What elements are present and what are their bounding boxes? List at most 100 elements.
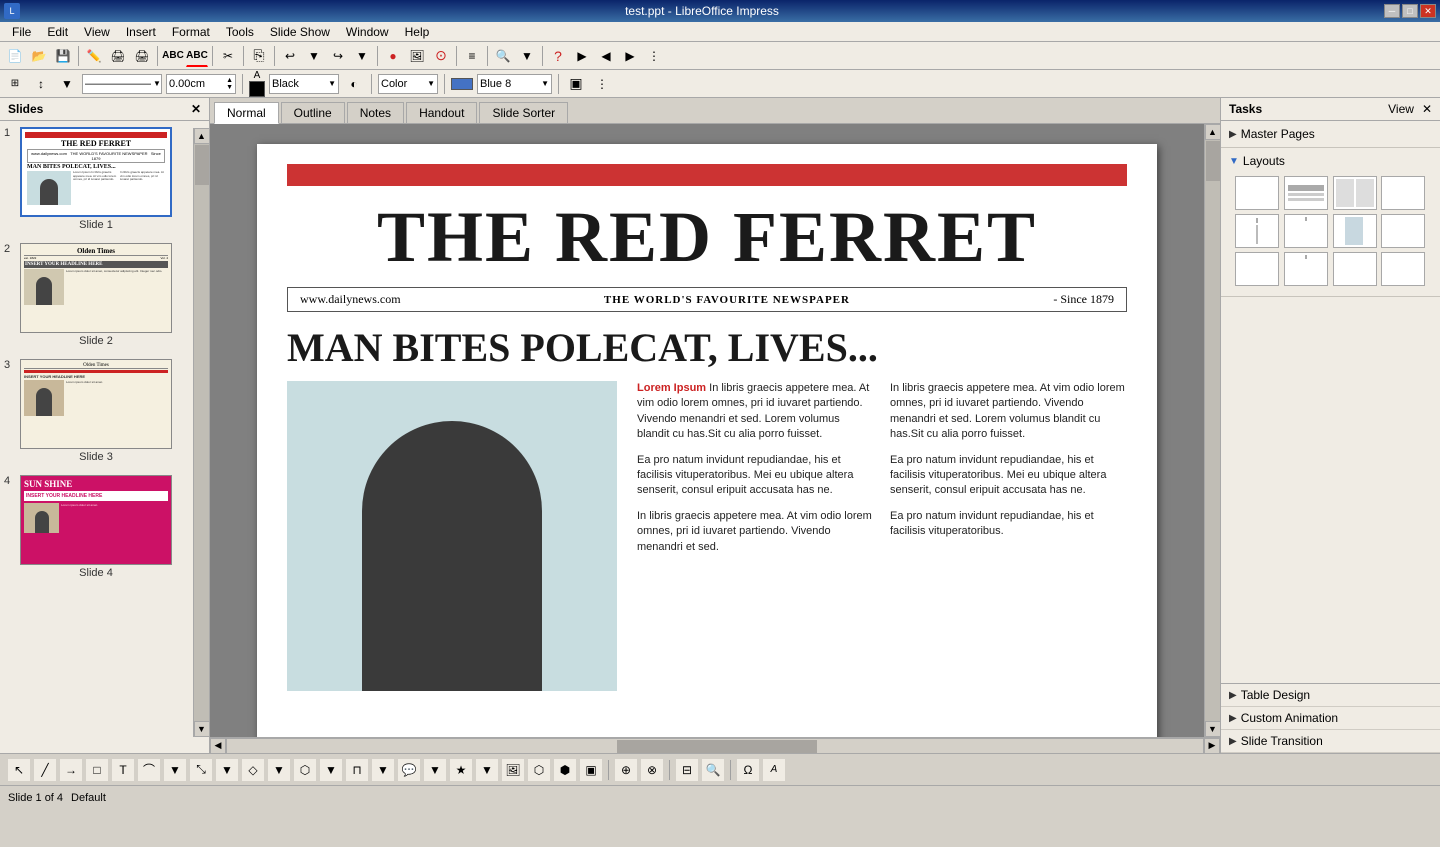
line-tool[interactable]: ╱ — [34, 759, 56, 781]
copy-button[interactable]: ⎘ — [248, 45, 270, 67]
slide-item-2[interactable]: 2 Olden Times est. 1822Vol. 4 INSERT YOU… — [0, 237, 193, 353]
insert-special-btn[interactable]: Ω — [737, 759, 759, 781]
tab-handout[interactable]: Handout — [406, 102, 477, 123]
save-button[interactable]: 💾 — [52, 45, 74, 67]
connectors-btn[interactable]: ⤡ — [190, 759, 212, 781]
help-button[interactable]: ? — [547, 45, 569, 67]
slide-transition-item[interactable]: ▶ Slide Transition — [1221, 730, 1440, 753]
rect-tool[interactable]: □ — [86, 759, 108, 781]
master-pages-header[interactable]: ▶ Master Pages — [1229, 125, 1432, 143]
snap-grid-button[interactable]: ⊞ — [4, 73, 26, 95]
menu-format[interactable]: Format — [164, 23, 218, 41]
menu-window[interactable]: Window — [338, 23, 397, 41]
canvas-scroll-down[interactable]: ▼ — [1205, 721, 1221, 737]
shapes-dropdown[interactable]: ▼ — [164, 759, 186, 781]
slide-thumb-1[interactable]: THE RED FERRET www.dailynews.com THE WOR… — [20, 127, 172, 217]
find-btn[interactable]: 🔍 — [702, 759, 724, 781]
presentation-button[interactable]: ▶ — [571, 45, 593, 67]
layouts-header[interactable]: ▼ Layouts — [1229, 152, 1432, 170]
menu-help[interactable]: Help — [397, 23, 438, 41]
new-button[interactable]: 📄 — [4, 45, 26, 67]
slide-item-4[interactable]: 4 SUN SHINE INSERT YOUR HEADLINE HERE Lo… — [0, 469, 193, 585]
connectors-dropdown[interactable]: ▼ — [216, 759, 238, 781]
print-button[interactable]: 🖨 — [131, 45, 153, 67]
spellcheck2-button[interactable]: ABC — [186, 45, 208, 67]
select-tool[interactable]: ↖ — [8, 759, 30, 781]
basic-shapes-btn[interactable]: ◇ — [242, 759, 264, 781]
callouts-dropdown[interactable]: ▼ — [424, 759, 446, 781]
arrows-btn[interactable]: ⬡ — [294, 759, 316, 781]
callouts-btn[interactable]: 💬 — [398, 759, 420, 781]
fill-color-btn[interactable] — [451, 78, 473, 90]
export-pdf-button[interactable]: 🖨 — [107, 45, 129, 67]
size-down-btn[interactable]: ▼ — [226, 84, 233, 91]
menu-insert[interactable]: Insert — [118, 23, 164, 41]
tab-outline[interactable]: Outline — [281, 102, 345, 123]
hscroll-thumb[interactable] — [617, 740, 817, 754]
layout-blank[interactable] — [1235, 176, 1279, 210]
cut-button[interactable]: ✂ — [217, 45, 239, 67]
minimize-button[interactable]: ─ — [1384, 4, 1400, 18]
layout-title-content[interactable] — [1284, 176, 1328, 210]
tab-order-btn[interactable]: ⊟ — [676, 759, 698, 781]
more-btn[interactable]: ⋮ — [643, 45, 665, 67]
3d-btn[interactable]: ⬡ — [528, 759, 550, 781]
view-label[interactable]: View — [1388, 102, 1414, 116]
shadow-form-btn[interactable]: ▣ — [580, 759, 602, 781]
arrow-dropdown[interactable]: ▼ — [56, 73, 78, 95]
custom-animation-item[interactable]: ▶ Custom Animation — [1221, 707, 1440, 730]
undo-dropdown[interactable]: ▼ — [303, 45, 325, 67]
arrows-dropdown[interactable]: ▼ — [320, 759, 342, 781]
menu-edit[interactable]: Edit — [39, 23, 76, 41]
hscroll-right[interactable]: ▶ — [1204, 738, 1220, 754]
stars-btn[interactable]: ★ — [450, 759, 472, 781]
layout-text-content[interactable] — [1284, 214, 1328, 248]
menu-view[interactable]: View — [76, 23, 118, 41]
snap-pts-btn[interactable]: ⊕ — [615, 759, 637, 781]
tasks-close[interactable]: ✕ — [1422, 102, 1432, 116]
layout-image-text[interactable] — [1333, 214, 1377, 248]
flowchart-dropdown[interactable]: ▼ — [372, 759, 394, 781]
table-design-item[interactable]: ▶ Table Design — [1221, 684, 1440, 707]
image-btn[interactable]: 🖼 — [502, 759, 524, 781]
zoom-button[interactable]: 🔍 — [492, 45, 514, 67]
canvas-scroll-up[interactable]: ▲ — [1205, 124, 1221, 140]
slide-thumb-2[interactable]: Olden Times est. 1822Vol. 4 INSERT YOUR … — [20, 243, 172, 333]
fontwork-btn[interactable]: A — [763, 759, 785, 781]
text-tool[interactable]: T — [112, 759, 134, 781]
color-label-dropdown[interactable]: Black ▼ — [269, 74, 339, 94]
maximize-button[interactable]: □ — [1402, 4, 1418, 18]
line-style-dropdown[interactable]: —————— ▼ — [82, 74, 162, 94]
line-color-btn[interactable]: A — [249, 70, 265, 97]
slide-item-3[interactable]: 3 Olden Times INSERT YOUR HEADLINE HERE … — [0, 353, 193, 469]
open-button[interactable]: 📂 — [28, 45, 50, 67]
stars-dropdown[interactable]: ▼ — [476, 759, 498, 781]
size-input[interactable]: 0.00cm ▲ ▼ — [166, 74, 236, 94]
redo-button[interactable]: ↪ — [327, 45, 349, 67]
basic-shapes-dropdown[interactable]: ▼ — [268, 759, 290, 781]
tab-slide-sorter[interactable]: Slide Sorter — [479, 102, 568, 123]
tab-notes[interactable]: Notes — [347, 102, 404, 123]
close-slides-btn[interactable]: ✕ — [191, 102, 201, 116]
arrow-tool[interactable]: → — [60, 759, 82, 781]
menu-file[interactable]: File — [4, 23, 39, 41]
slides-scroll-down[interactable]: ▼ — [194, 721, 210, 737]
layout-centered-text[interactable] — [1381, 214, 1425, 248]
slide-thumb-4[interactable]: SUN SHINE INSERT YOUR HEADLINE HERE Lore… — [20, 475, 172, 565]
redo-dropdown[interactable]: ▼ — [351, 45, 373, 67]
canvas-scroll-thumb[interactable] — [1206, 141, 1220, 181]
close-button[interactable]: ✕ — [1420, 4, 1436, 18]
size-up-btn[interactable]: ▲ — [226, 77, 233, 84]
undo-button[interactable]: ↩ — [279, 45, 301, 67]
transparency-btn[interactable]: ◐ — [343, 73, 365, 95]
extrusion-btn[interactable]: ⬢ — [554, 759, 576, 781]
layout-4tile[interactable] — [1235, 252, 1279, 286]
styles-button[interactable]: ≡ — [461, 45, 483, 67]
slide-canvas-area[interactable]: THE RED FERRET www.dailynews.com THE WOR… — [210, 124, 1204, 737]
menu-tools[interactable]: Tools — [218, 23, 262, 41]
flowchart-btn[interactable]: ⊓ — [346, 759, 368, 781]
slide-thumb-3[interactable]: Olden Times INSERT YOUR HEADLINE HERE Lo… — [20, 359, 172, 449]
slides-scroll-up[interactable]: ▲ — [194, 128, 210, 144]
layout-vertical2[interactable] — [1381, 252, 1425, 286]
curve-tool[interactable]: ⌒ — [138, 759, 160, 781]
